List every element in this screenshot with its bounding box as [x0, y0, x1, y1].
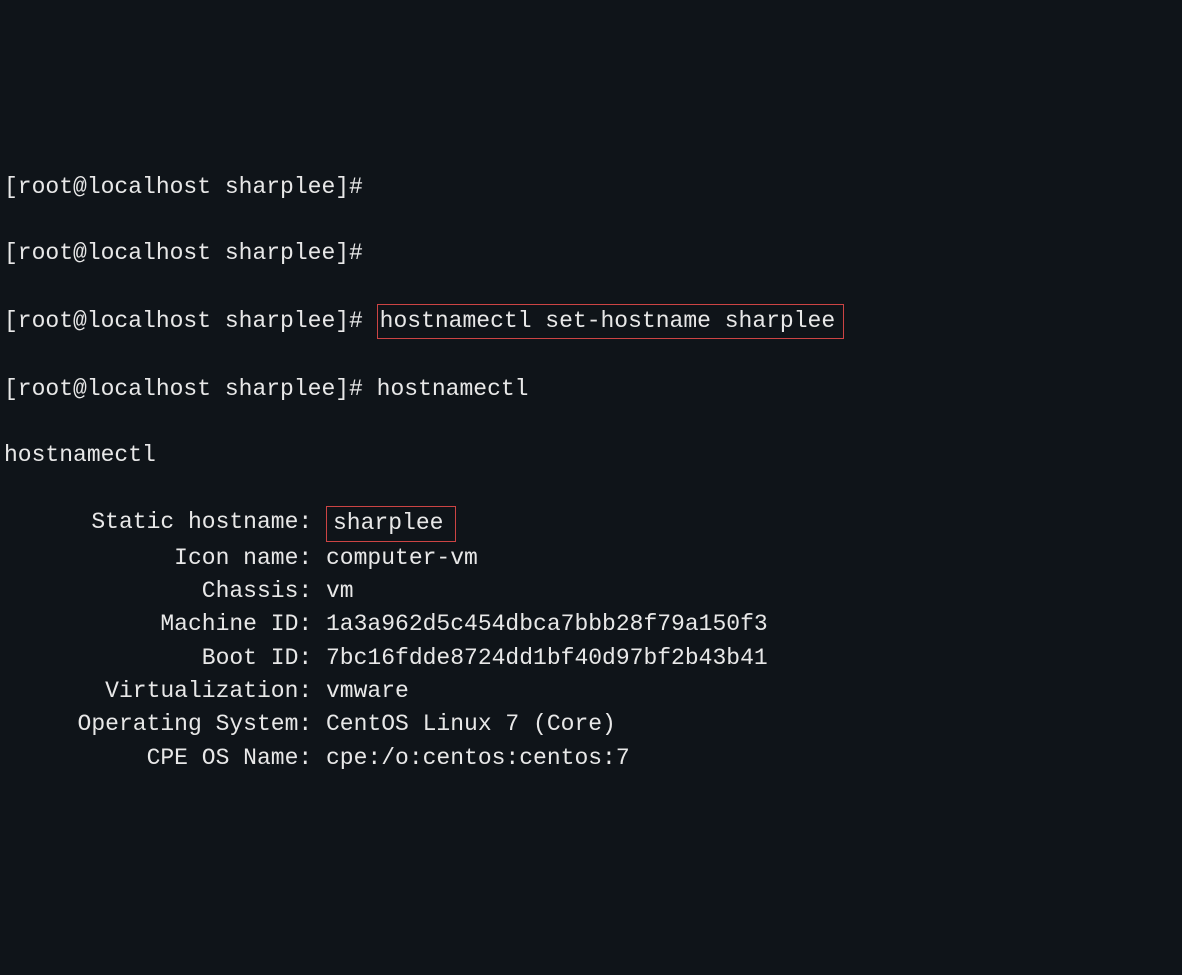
kv-line: CPE OS Name: cpe:/o:centos:centos:7	[4, 742, 1178, 775]
kv-line: Virtualization: vmware	[4, 675, 1178, 708]
highlighted-value: sharplee	[326, 506, 456, 541]
kv-value: computer-vm	[326, 542, 478, 575]
kv-value: 1a3a962d5c454dbca7bbb28f79a150f3	[326, 608, 768, 641]
kv-key: Machine ID:	[4, 608, 326, 641]
kv-key: Boot ID:	[4, 642, 326, 675]
kv-value: CentOS Linux 7 (Core)	[326, 708, 616, 741]
kv-key: Icon name:	[4, 542, 326, 575]
kv-value: cpe:/o:centos:centos:7	[326, 742, 630, 775]
highlighted-command: hostnamectl set-hostname sharplee	[377, 304, 844, 339]
kv-line: Icon name: computer-vm	[4, 542, 1178, 575]
kv-value: vmware	[326, 675, 409, 708]
kv-value: vm	[326, 575, 354, 608]
command-line: [root@localhost sharplee]# hostnamectl	[4, 373, 1178, 406]
kv-key: CPE OS Name:	[4, 742, 326, 775]
command-line: [root@localhost sharplee]# hostnamectl s…	[4, 304, 1178, 339]
kv-line: Machine ID: 1a3a962d5c454dbca7bbb28f79a1…	[4, 608, 1178, 641]
kv-key: Virtualization:	[4, 675, 326, 708]
hostnamectl-output: Static hostname: sharpleeIcon name: comp…	[4, 506, 1178, 775]
prompt-line: [root@localhost sharplee]#	[4, 237, 1178, 270]
terminal-output: [root@localhost sharplee]# [root@localho…	[4, 137, 1178, 808]
kv-line: Static hostname: sharplee	[4, 506, 1178, 541]
kv-key: Static hostname:	[4, 506, 326, 541]
output-line: hostnamectl	[4, 439, 1178, 472]
kv-key: Operating System:	[4, 708, 326, 741]
prompt-line: [root@localhost sharplee]#	[4, 171, 1178, 204]
shell-prompt: [root@localhost sharplee]#	[4, 308, 377, 334]
kv-line: Boot ID: 7bc16fdde8724dd1bf40d97bf2b43b4…	[4, 642, 1178, 675]
kv-key: Chassis:	[4, 575, 326, 608]
kv-value: 7bc16fdde8724dd1bf40d97bf2b43b41	[326, 642, 768, 675]
kv-line: Operating System: CentOS Linux 7 (Core)	[4, 708, 1178, 741]
kv-line: Chassis: vm	[4, 575, 1178, 608]
